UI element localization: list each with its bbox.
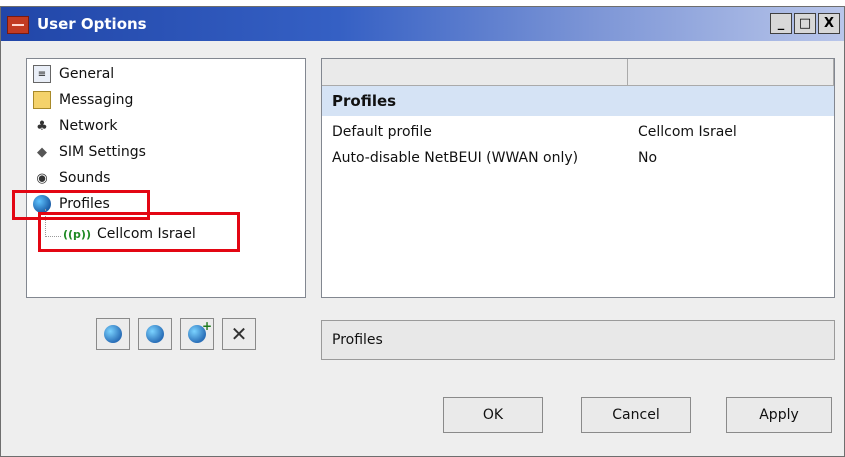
- cancel-button[interactable]: Cancel: [581, 397, 691, 433]
- tree-item-label: SIM Settings: [59, 144, 146, 160]
- grid-header-col[interactable]: [628, 59, 834, 85]
- general-icon: ≡: [33, 65, 51, 83]
- tree-item-sim-settings[interactable]: ◆ SIM Settings: [33, 141, 146, 163]
- options-tree[interactable]: ≡ General Messaging ♣ Network ◆ SIM Sett…: [26, 58, 306, 298]
- tree-item-sounds[interactable]: ◉ Sounds: [33, 167, 110, 189]
- tree-item-label: Messaging: [59, 92, 134, 108]
- app-icon: [7, 16, 29, 34]
- tree-item-label: Sounds: [59, 170, 111, 186]
- delete-icon: ✕: [230, 322, 248, 346]
- property-key: Auto-disable NetBEUI (WWAN only): [332, 150, 579, 166]
- property-value[interactable]: Cellcom Israel: [638, 119, 737, 145]
- close-button[interactable]: X: [818, 13, 840, 34]
- envelope-icon: [33, 91, 51, 109]
- grid-row-default-profile[interactable]: Default profile Cellcom Israel: [322, 119, 834, 145]
- tree-item-network[interactable]: ♣ Network: [33, 115, 117, 137]
- profile-add-icon: [188, 319, 212, 343]
- apply-button[interactable]: Apply: [726, 397, 832, 433]
- tree-item-general[interactable]: ≡ General: [33, 63, 114, 85]
- speaker-icon: ◉: [36, 170, 48, 186]
- tree-item-messaging[interactable]: Messaging: [33, 89, 133, 111]
- property-grid: Profiles Default profile Cellcom Israel …: [321, 58, 835, 298]
- copy-profile-button[interactable]: [138, 318, 172, 350]
- window-controls: _ □ X: [770, 13, 840, 34]
- window-title: User Options: [37, 15, 147, 33]
- profile-toolbar: ✕: [96, 318, 256, 350]
- edit-profile-button[interactable]: [96, 318, 130, 350]
- grid-section-header: Profiles: [322, 86, 834, 116]
- status-panel: Profiles: [321, 320, 835, 360]
- minimize-button[interactable]: _: [770, 13, 792, 34]
- sim-card-icon: ◆: [37, 144, 47, 160]
- delete-profile-button[interactable]: ✕: [222, 318, 256, 350]
- grid-header: [322, 59, 834, 86]
- tree-item-label: General: [59, 66, 115, 82]
- maximize-button[interactable]: □: [794, 13, 816, 34]
- property-key: Default profile: [332, 124, 432, 140]
- grid-header-col[interactable]: [322, 59, 628, 85]
- profile-edit-icon: [104, 325, 122, 343]
- title-bar[interactable]: User Options _ □ X: [1, 7, 844, 41]
- ok-button[interactable]: OK: [443, 397, 543, 433]
- tree-item-label: Network: [59, 118, 118, 134]
- profile-copy-icon: [146, 325, 164, 343]
- grid-row-auto-disable-netbeui[interactable]: Auto-disable NetBEUI (WWAN only) No: [322, 145, 834, 171]
- property-value[interactable]: No: [638, 145, 657, 171]
- network-icon: ♣: [36, 118, 48, 134]
- cellcom-highlight-box: [38, 212, 240, 252]
- add-profile-button[interactable]: [180, 318, 214, 350]
